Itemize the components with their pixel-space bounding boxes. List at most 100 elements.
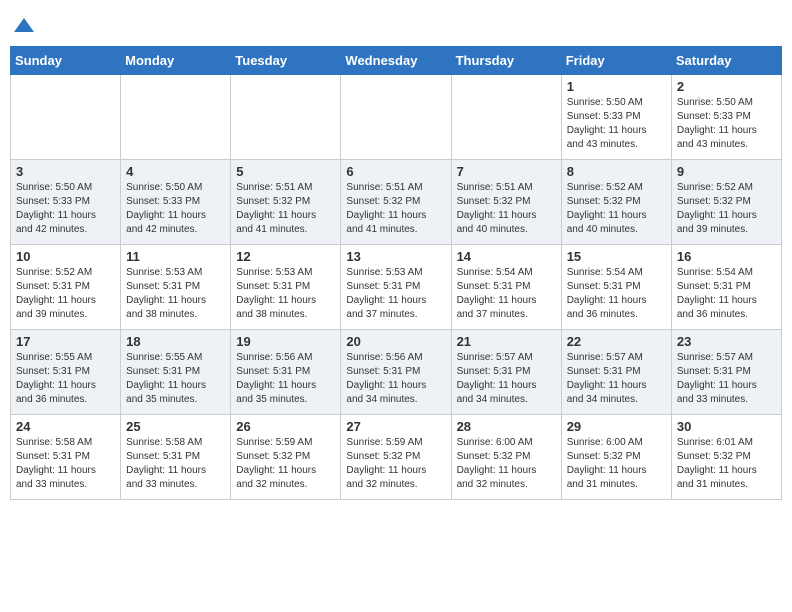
day-info: Sunrise: 5:59 AM Sunset: 5:32 PM Dayligh…	[236, 436, 335, 492]
day-info: Sunrise: 5:55 AM Sunset: 5:31 PM Dayligh…	[16, 351, 115, 407]
day-info: Sunrise: 5:58 AM Sunset: 5:31 PM Dayligh…	[16, 436, 115, 492]
calendar-cell: 3Sunrise: 5:50 AM Sunset: 5:33 PM Daylig…	[11, 160, 121, 245]
day-info: Sunrise: 5:57 AM Sunset: 5:31 PM Dayligh…	[677, 351, 776, 407]
calendar-cell	[451, 75, 561, 160]
day-info: Sunrise: 5:54 AM Sunset: 5:31 PM Dayligh…	[567, 266, 666, 322]
day-header-friday: Friday	[561, 47, 671, 75]
calendar-cell: 28Sunrise: 6:00 AM Sunset: 5:32 PM Dayli…	[451, 415, 561, 500]
calendar-cell: 24 Sunrise: 5:58 AM Sunset: 5:31 PM Dayli…	[11, 415, 121, 500]
calendar-cell: 13 Sunrise: 5:53 AM Sunset: 5:31 PM Dayli…	[341, 245, 451, 330]
day-number: 7	[457, 164, 556, 179]
calendar-week-2: 3 Sunrise: 5:50 AM Sunset: 5:33 PM Daylig…	[11, 160, 782, 245]
calendar-cell: 21 Sunrise: 5:57 AM Sunset: 5:31 PM Dayli…	[451, 330, 561, 415]
calendar-week-4: 17 Sunrise: 5:55 AM Sunset: 5:31 PM Dayli…	[11, 330, 782, 415]
day-number: 21	[457, 334, 556, 349]
day-info: Sunrise: 5:50 AM Sunset: 5:33 PM Dayligh…	[567, 96, 666, 152]
calendar-cell: 10 Sunrise: 5:52 AM Sunset: 5:31 PM Dayli…	[11, 245, 121, 330]
day-number: 11	[126, 249, 225, 264]
day-header-monday: Monday	[121, 47, 231, 75]
calendar-cell: 7Sunrise: 5:51 AM Sunset: 5:32 PM Daylig…	[451, 160, 561, 245]
calendar-cell: 12 Sunrise: 5:53 AM Sunset: 5:31 PM Dayli…	[231, 245, 341, 330]
calendar-cell: 18Sunrise: 5:55 AM Sunset: 5:31 PM Dayli…	[121, 330, 231, 415]
day-info: Sunrise: 6:00 AM Sunset: 5:32 PM Dayligh…	[567, 436, 666, 492]
calendar-cell: 20Sunrise: 5:56 AM Sunset: 5:31 PM Dayli…	[341, 330, 451, 415]
day-header-tuesday: Tuesday	[231, 47, 341, 75]
day-info: Sunrise: 5:52 AM Sunset: 5:32 PM Dayligh…	[567, 181, 666, 237]
calendar-cell: 16 Sunrise: 5:54 AM Sunset: 5:31 PM Dayli…	[671, 245, 781, 330]
day-info: Sunrise: 5:56 AM Sunset: 5:31 PM Dayligh…	[346, 351, 445, 407]
day-info: Sunrise: 5:55 AM Sunset: 5:31 PM Dayligh…	[126, 351, 225, 407]
calendar-cell: 27 Sunrise: 5:59 AM Sunset: 5:32 PM Dayli…	[341, 415, 451, 500]
calendar-cell: 14 Sunrise: 5:54 AM Sunset: 5:31 PM Dayli…	[451, 245, 561, 330]
calendar-cell: 8 Sunrise: 5:52 AM Sunset: 5:32 PM Daylig…	[561, 160, 671, 245]
day-info: Sunrise: 6:01 AM Sunset: 5:32 PM Dayligh…	[677, 436, 776, 492]
day-number: 3	[16, 164, 115, 179]
day-info: Sunrise: 5:53 AM Sunset: 5:31 PM Dayligh…	[236, 266, 335, 322]
logo-icon	[12, 14, 36, 38]
calendar-cell	[231, 75, 341, 160]
day-info: Sunrise: 5:51 AM Sunset: 5:32 PM Dayligh…	[236, 181, 335, 237]
page-header	[10, 10, 782, 38]
day-header-thursday: Thursday	[451, 47, 561, 75]
day-info: Sunrise: 5:50 AM Sunset: 5:33 PM Dayligh…	[677, 96, 776, 152]
day-number: 13	[346, 249, 445, 264]
logo	[10, 14, 36, 38]
calendar-week-5: 24 Sunrise: 5:58 AM Sunset: 5:31 PM Dayli…	[11, 415, 782, 500]
calendar-cell: 2 Sunrise: 5:50 AM Sunset: 5:33 PM Daylig…	[671, 75, 781, 160]
calendar-cell: 19Sunrise: 5:56 AM Sunset: 5:31 PM Dayli…	[231, 330, 341, 415]
day-number: 25	[126, 419, 225, 434]
calendar-cell: 30 Sunrise: 6:01 AM Sunset: 5:32 PM Dayli…	[671, 415, 781, 500]
day-info: Sunrise: 5:54 AM Sunset: 5:31 PM Dayligh…	[457, 266, 556, 322]
day-number: 30	[677, 419, 776, 434]
day-number: 8	[567, 164, 666, 179]
calendar-cell	[11, 75, 121, 160]
day-number: 22	[567, 334, 666, 349]
day-info: Sunrise: 5:54 AM Sunset: 5:31 PM Dayligh…	[677, 266, 776, 322]
day-number: 24	[16, 419, 115, 434]
calendar-cell: 23 Sunrise: 5:57 AM Sunset: 5:31 PM Dayli…	[671, 330, 781, 415]
day-number: 14	[457, 249, 556, 264]
calendar-cell: 15 Sunrise: 5:54 AM Sunset: 5:31 PM Dayli…	[561, 245, 671, 330]
day-number: 1	[567, 79, 666, 94]
day-info: Sunrise: 5:51 AM Sunset: 5:32 PM Dayligh…	[346, 181, 445, 237]
day-number: 12	[236, 249, 335, 264]
day-info: Sunrise: 5:57 AM Sunset: 5:31 PM Dayligh…	[457, 351, 556, 407]
day-number: 15	[567, 249, 666, 264]
day-number: 6	[346, 164, 445, 179]
day-info: Sunrise: 5:57 AM Sunset: 5:31 PM Dayligh…	[567, 351, 666, 407]
day-info: Sunrise: 5:59 AM Sunset: 5:32 PM Dayligh…	[346, 436, 445, 492]
day-number: 10	[16, 249, 115, 264]
day-header-wednesday: Wednesday	[341, 47, 451, 75]
day-number: 28	[457, 419, 556, 434]
day-info: Sunrise: 5:52 AM Sunset: 5:32 PM Dayligh…	[677, 181, 776, 237]
day-info: Sunrise: 5:50 AM Sunset: 5:33 PM Dayligh…	[126, 181, 225, 237]
day-number: 27	[346, 419, 445, 434]
day-header-sunday: Sunday	[11, 47, 121, 75]
calendar-cell: 17 Sunrise: 5:55 AM Sunset: 5:31 PM Dayli…	[11, 330, 121, 415]
calendar-cell: 26 Sunrise: 5:59 AM Sunset: 5:32 PM Dayli…	[231, 415, 341, 500]
calendar-cell	[121, 75, 231, 160]
day-info: Sunrise: 5:53 AM Sunset: 5:31 PM Dayligh…	[126, 266, 225, 322]
calendar-cell: 22 Sunrise: 5:57 AM Sunset: 5:31 PM Dayli…	[561, 330, 671, 415]
calendar-cell: 5 Sunrise: 5:51 AM Sunset: 5:32 PM Daylig…	[231, 160, 341, 245]
day-header-saturday: Saturday	[671, 47, 781, 75]
day-number: 23	[677, 334, 776, 349]
day-info: Sunrise: 5:58 AM Sunset: 5:31 PM Dayligh…	[126, 436, 225, 492]
calendar-cell	[341, 75, 451, 160]
day-info: Sunrise: 5:52 AM Sunset: 5:31 PM Dayligh…	[16, 266, 115, 322]
day-number: 16	[677, 249, 776, 264]
calendar-cell: 1 Sunrise: 5:50 AM Sunset: 5:33 PM Daylig…	[561, 75, 671, 160]
calendar-week-1: 1 Sunrise: 5:50 AM Sunset: 5:33 PM Daylig…	[11, 75, 782, 160]
day-number: 2	[677, 79, 776, 94]
calendar-cell: 4Sunrise: 5:50 AM Sunset: 5:33 PM Daylig…	[121, 160, 231, 245]
day-number: 9	[677, 164, 776, 179]
calendar-cell: 29Sunrise: 6:00 AM Sunset: 5:32 PM Dayli…	[561, 415, 671, 500]
day-number: 26	[236, 419, 335, 434]
day-number: 17	[16, 334, 115, 349]
calendar-cell: 6 Sunrise: 5:51 AM Sunset: 5:32 PM Daylig…	[341, 160, 451, 245]
calendar-table: SundayMondayTuesdayWednesdayThursdayFrid…	[10, 46, 782, 500]
day-number: 5	[236, 164, 335, 179]
calendar-cell: 25 Sunrise: 5:58 AM Sunset: 5:31 PM Dayli…	[121, 415, 231, 500]
day-number: 19	[236, 334, 335, 349]
day-info: Sunrise: 5:53 AM Sunset: 5:31 PM Dayligh…	[346, 266, 445, 322]
